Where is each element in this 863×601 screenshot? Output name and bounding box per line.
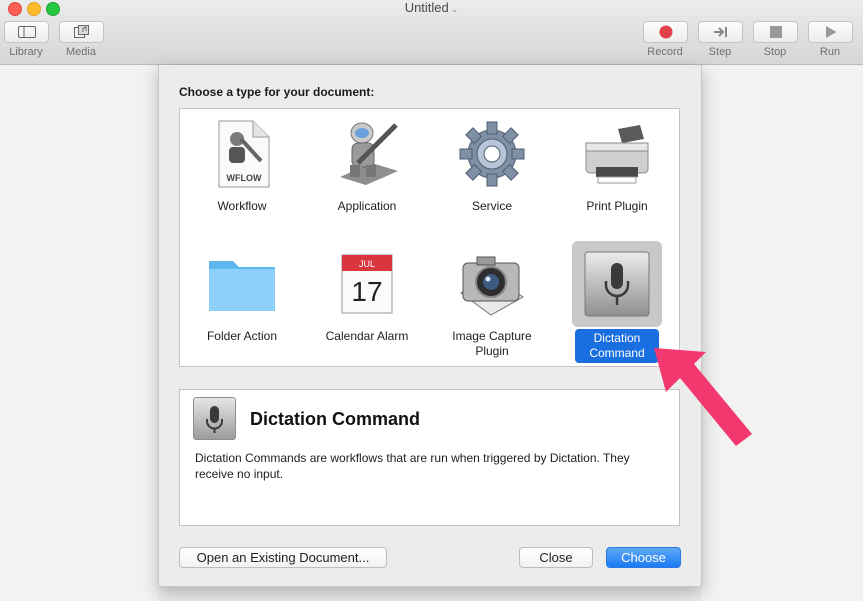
type-calendar-alarm-label: Calendar Alarm xyxy=(325,329,409,343)
type-service-label: Service xyxy=(471,199,512,213)
type-dictation-label-line2: Command xyxy=(589,346,645,360)
workflow-file-icon: WFLOW xyxy=(218,120,270,188)
document-type-grid: WFLOW Workflow Application Service Print… xyxy=(179,108,680,367)
microphone-icon xyxy=(584,251,650,317)
step-label: Step xyxy=(708,46,732,58)
step-icon xyxy=(713,27,727,37)
type-print-plugin-label: Print Plugin xyxy=(586,199,648,213)
stop-icon xyxy=(769,26,782,38)
description-text: Dictation Commands are workflows that ar… xyxy=(195,451,630,481)
annotation-arrow-icon xyxy=(654,348,752,446)
close-button[interactable]: Close xyxy=(519,547,593,568)
camera-icon xyxy=(460,256,524,316)
type-description-panel: Dictation Command Dictation Commands are… xyxy=(179,389,680,526)
media-icon xyxy=(73,25,89,38)
library-label: Library xyxy=(9,46,43,58)
type-folder-action-label: Folder Action xyxy=(206,329,278,343)
calendar-day: 17 xyxy=(351,276,382,307)
sheet-prompt: Choose a type for your document: xyxy=(179,85,375,99)
library-button[interactable] xyxy=(4,21,49,43)
media-button[interactable] xyxy=(59,21,104,43)
type-image-capture-label: Image Capture Plugin xyxy=(430,329,554,359)
type-workflow-label: Workflow xyxy=(217,199,267,213)
microphone-icon xyxy=(193,397,236,440)
folder-icon xyxy=(209,261,275,311)
run-label: Run xyxy=(819,46,841,58)
record-label: Record xyxy=(647,46,683,58)
document-type-sheet: Choose a type for your document: WFLOW W… xyxy=(158,65,702,587)
play-icon xyxy=(825,26,836,38)
type-application-label: Application xyxy=(337,199,397,213)
run-button[interactable] xyxy=(808,21,853,43)
type-dictation-label-line1: Dictation xyxy=(593,331,641,345)
calendar-month: JUL xyxy=(359,259,375,269)
sidebar-icon xyxy=(17,26,36,38)
open-existing-document-button[interactable]: Open an Existing Document... xyxy=(179,547,387,568)
record-icon xyxy=(659,25,672,39)
window-title[interactable]: Untitled ⌄ xyxy=(0,0,863,17)
record-button[interactable] xyxy=(643,21,688,43)
step-button[interactable] xyxy=(698,21,743,43)
svg-text:WFLOW: WFLOW xyxy=(227,173,262,183)
description-title: Dictation Command xyxy=(250,409,421,429)
stop-label: Stop xyxy=(763,46,787,58)
workflow-pane-background xyxy=(701,65,863,601)
chevron-down-icon: ⌄ xyxy=(450,4,459,14)
window-title-text: Untitled xyxy=(404,0,449,15)
choose-button[interactable]: Choose xyxy=(606,547,681,568)
type-image-capture-label-line1: Image Capture xyxy=(452,329,532,343)
printer-icon xyxy=(585,125,649,184)
gear-icon xyxy=(459,121,525,187)
automator-robot-icon xyxy=(340,122,398,185)
type-image-capture-label-line2: Plugin xyxy=(475,344,509,358)
window-toolbar: Untitled ⌄ Library Media Record Step Sto… xyxy=(0,0,863,65)
stop-button[interactable] xyxy=(753,21,798,43)
calendar-icon: JUL 17 xyxy=(341,254,393,314)
library-pane-background xyxy=(0,65,158,601)
media-label: Media xyxy=(66,46,96,58)
